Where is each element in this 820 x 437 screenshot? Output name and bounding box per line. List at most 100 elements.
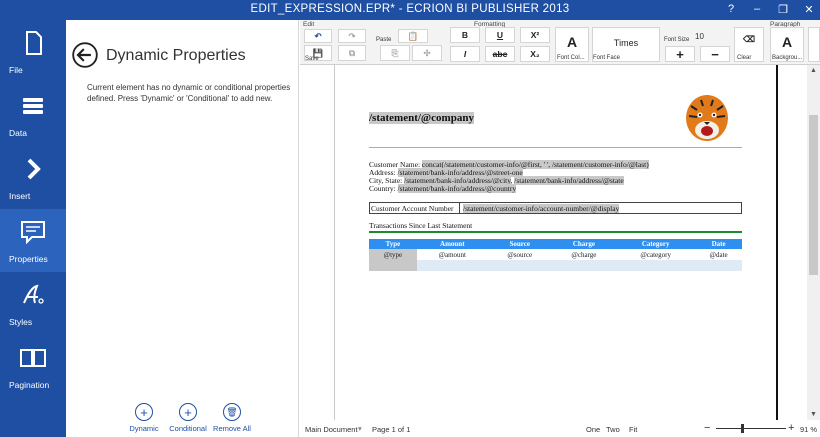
zoom-slider-thumb[interactable] [741,424,744,433]
account-label: Customer Account Number [371,204,454,213]
conditional-button[interactable]: + Conditional [168,403,208,433]
dynamic-label: Dynamic [129,424,159,433]
font-size-value[interactable]: 10 [695,32,704,41]
zoom-in-button[interactable]: + [788,422,794,434]
state-field[interactable]: /statement/bank-info/address/@state [514,176,624,185]
scroll-up-icon[interactable]: ▲ [810,67,817,74]
nav-item-insert[interactable]: Insert [0,146,66,209]
redo-button[interactable]: ↷ [338,29,366,43]
underline-button[interactable]: U [485,27,515,43]
column-header-source[interactable]: Source [487,239,552,249]
transactions-heading: Transactions Since Last Statement [369,221,473,230]
redo-icon: ↷ [348,30,356,41]
nav-item-pagination[interactable]: Pagination [0,335,66,398]
table-cell-date[interactable]: @date [695,249,742,260]
main-document-label[interactable]: Main Document [305,425,358,434]
subscript-button[interactable]: X₂ [520,46,550,62]
italic-button[interactable]: I [450,46,480,62]
scroll-down-icon[interactable]: ▼ [810,411,817,418]
table-cell-type[interactable]: @type [369,249,417,260]
table-cell-empty[interactable] [416,260,742,271]
header-rule [369,147,742,148]
increase-font-button[interactable]: + [665,46,695,62]
strikethrough-button[interactable]: abc [485,46,515,62]
conditional-label: Conditional [169,424,207,433]
back-button[interactable] [72,42,98,68]
cut-button[interactable]: ✣ [412,45,442,61]
background-label: Backgrou... [772,55,803,61]
chevron-right-icon [27,158,41,180]
nav-item-properties[interactable]: Properties [0,209,66,272]
account-field[interactable]: /statement/customer-info/account-number/… [463,204,620,213]
file-icon [26,31,42,55]
database-icon [23,98,43,114]
nav-item-data[interactable]: Data [0,83,66,146]
save-label: Save [305,56,319,62]
styles-icon [23,284,44,304]
table-cell-source[interactable]: @source [488,249,552,260]
font-color-label: Font Col... [557,55,585,61]
company-field[interactable]: /statement/@company [369,112,474,124]
clipboard-icon: 📋 [407,30,419,41]
column-header-date[interactable]: Date [695,239,742,249]
account-table[interactable]: Customer Account Number /statement/custo… [369,202,742,214]
view-one-button[interactable]: One [586,425,600,434]
zoom-slider[interactable] [716,428,786,429]
transactions-table[interactable]: Type Amount Source Charge Category Date … [369,239,742,271]
pagination-icon [20,349,46,367]
decrease-font-button[interactable]: − [700,46,730,62]
ribbon: Edit Formatting Paragraph ↶ ↷ 💾 Save ⧉ P… [300,20,820,65]
zoom-out-button[interactable]: − [704,422,710,434]
help-button[interactable]: ? [724,2,738,16]
nav-label-data: Data [9,128,27,138]
undo-button[interactable]: ↶ [304,29,332,43]
background-icon: A [781,34,793,50]
view-fit-button[interactable]: Fit [629,425,637,434]
nav-label-file: File [9,65,23,75]
copy-button[interactable]: ⧉ [338,45,366,61]
account-value: /statement/customer-info/account-number/… [463,204,620,213]
nav-item-file[interactable]: File [0,20,66,83]
status-bar: Main Document ▾ Page 1 of 1 One Two Fit … [300,420,820,437]
panel-actions: + Dynamic + Conditional 🗑 Remove All [124,403,252,433]
customer-block: Customer Name: concat(/statement/custome… [369,160,649,193]
nav-bar: File Data Insert Properties Styles Pagin… [0,20,66,437]
font-face-label: Font Face [593,55,621,61]
column-header-type[interactable]: Type [369,239,417,249]
column-header-amount[interactable]: Amount [416,239,488,249]
column-header-category[interactable]: Category [616,239,696,249]
remove-all-button[interactable]: 🗑 Remove All [212,403,252,433]
group-edit-label: Edit [303,21,315,28]
country-field[interactable]: /statement/bank-info/address/@country [397,184,517,193]
column-header-charge[interactable]: Charge [551,239,617,249]
window-title: EDIT_EXPRESSION.EPR* - ECRION BI PUBLISH… [250,3,570,15]
scroll-thumb[interactable] [809,115,818,275]
nav-item-styles[interactable]: Styles [0,272,66,335]
font-size-label: Font Size [664,37,690,43]
dynamic-button[interactable]: + Dynamic [124,403,164,433]
view-two-button[interactable]: Two [606,425,620,434]
table-cell-charge[interactable]: @charge [552,249,617,260]
country-label: Country: [369,184,396,193]
nav-label-properties: Properties [9,254,48,264]
cut-icon: ✣ [423,47,431,58]
minimize-button[interactable]: – [750,2,764,16]
tiger-logo[interactable] [683,92,731,144]
table-cell-empty[interactable] [369,260,417,271]
transactions-rule [369,231,742,233]
panel-message: Current element has no dynamic or condit… [87,83,291,103]
table-cell-category[interactable]: @category [616,249,695,260]
paragraph-overflow[interactable] [808,27,820,62]
superscript-button[interactable]: X² [520,27,550,43]
table-cell-amount[interactable]: @amount [417,249,488,260]
properties-icon [21,221,45,245]
vertical-scrollbar[interactable]: ▲ ▼ [807,65,820,420]
paste-button[interactable]: 📋 [398,29,428,43]
restore-button[interactable]: ❐ [776,2,790,16]
copy-format-button[interactable]: ⎘ [380,45,410,61]
page-selector-chevron-icon[interactable]: ▾ [358,424,362,433]
bold-button[interactable]: B [450,27,480,43]
zoom-level: 91 % [800,425,818,434]
paste-label: Paste [376,37,392,43]
close-button[interactable]: ✕ [802,2,816,16]
